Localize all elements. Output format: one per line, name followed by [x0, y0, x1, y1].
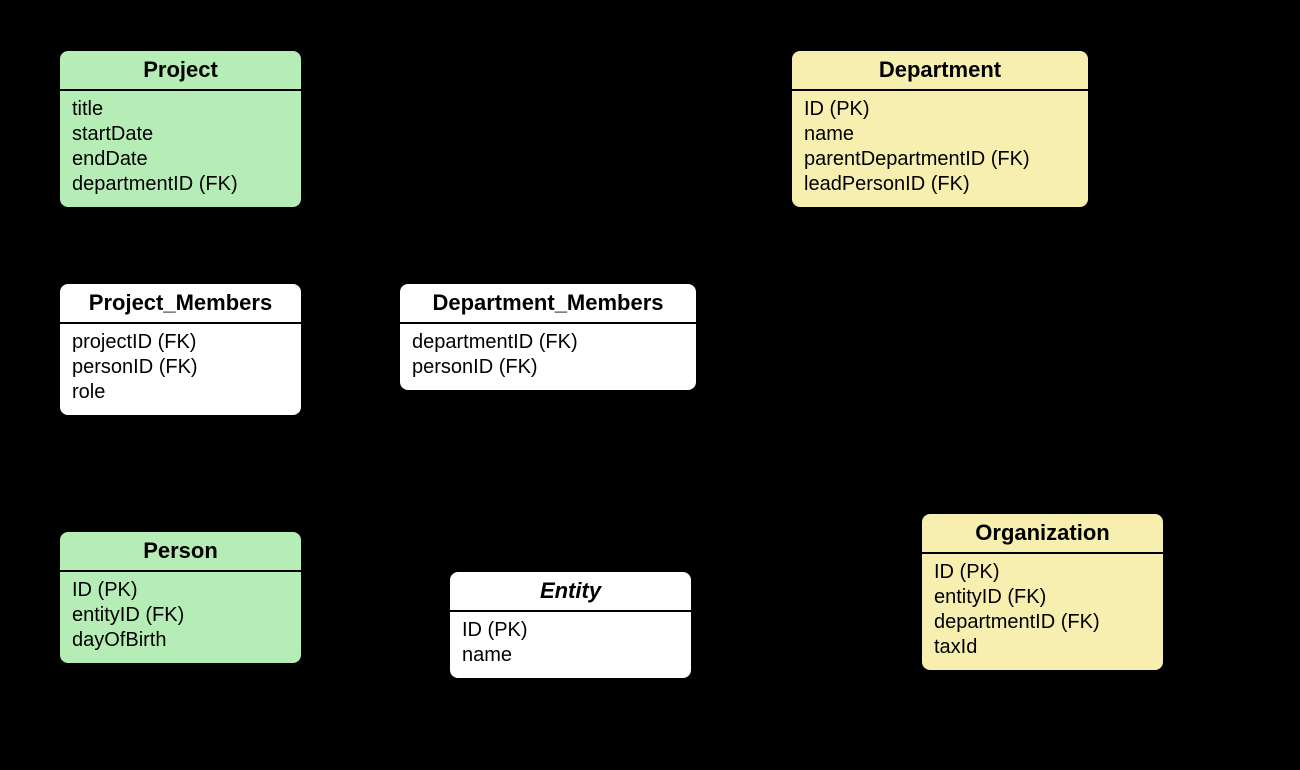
entity-entity-attrs: ID (PK) name: [450, 612, 691, 678]
entity-department-members-title: Department_Members: [400, 284, 696, 324]
attr: departmentID (FK): [412, 330, 684, 355]
entity-project-members-title: Project_Members: [60, 284, 301, 324]
entity-department-members-attrs: departmentID (FK) personID (FK): [400, 324, 696, 390]
entity-person: Person ID (PK) entityID (FK) dayOfBirth: [58, 530, 303, 665]
entity-organization-attrs: ID (PK) entityID (FK) departmentID (FK) …: [922, 554, 1163, 670]
attr: dayOfBirth: [72, 628, 289, 653]
attr: ID (PK): [72, 578, 289, 603]
entity-organization-title: Organization: [922, 514, 1163, 554]
attr: departmentID (FK): [934, 610, 1151, 635]
entity-project: Project title startDate endDate departme…: [58, 49, 303, 209]
attr: endDate: [72, 147, 289, 172]
attr: ID (PK): [462, 618, 679, 643]
attr: startDate: [72, 122, 289, 147]
entity-entity: Entity ID (PK) name: [448, 570, 693, 680]
entity-person-attrs: ID (PK) entityID (FK) dayOfBirth: [60, 572, 301, 663]
attr: role: [72, 380, 289, 405]
attr: personID (FK): [412, 355, 684, 380]
attr: leadPersonID (FK): [804, 172, 1076, 197]
entity-department: Department ID (PK) name parentDepartment…: [790, 49, 1090, 209]
entity-project-title: Project: [60, 51, 301, 91]
entity-project-attrs: title startDate endDate departmentID (FK…: [60, 91, 301, 207]
attr: name: [804, 122, 1076, 147]
attr: ID (PK): [804, 97, 1076, 122]
entity-department-title: Department: [792, 51, 1088, 91]
attr: title: [72, 97, 289, 122]
entity-project-members-attrs: projectID (FK) personID (FK) role: [60, 324, 301, 415]
entity-entity-title: Entity: [450, 572, 691, 612]
entity-project-members: Project_Members projectID (FK) personID …: [58, 282, 303, 417]
attr: projectID (FK): [72, 330, 289, 355]
entity-department-attrs: ID (PK) name parentDepartmentID (FK) lea…: [792, 91, 1088, 207]
attr: entityID (FK): [72, 603, 289, 628]
er-diagram-canvas: Project title startDate endDate departme…: [0, 0, 1300, 770]
attr: ID (PK): [934, 560, 1151, 585]
attr: personID (FK): [72, 355, 289, 380]
entity-person-title: Person: [60, 532, 301, 572]
attr: departmentID (FK): [72, 172, 289, 197]
attr: name: [462, 643, 679, 668]
entity-organization: Organization ID (PK) entityID (FK) depar…: [920, 512, 1165, 672]
attr: taxId: [934, 635, 1151, 660]
entity-department-members: Department_Members departmentID (FK) per…: [398, 282, 698, 392]
attr: parentDepartmentID (FK): [804, 147, 1076, 172]
attr: entityID (FK): [934, 585, 1151, 610]
